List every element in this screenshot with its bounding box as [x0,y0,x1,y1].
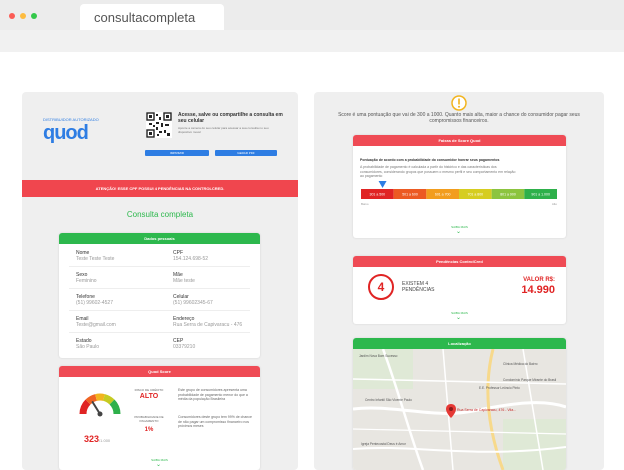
score-band-label: 701 a 800 [468,193,484,197]
pending-label: EXISTEM 4 PENDÊNCIAS [402,281,435,293]
pending-debts-card: Pendências ControlCred 4 EXISTEM 4 PENDÊ… [353,256,566,324]
print-button[interactable]: IMPRIMIR [145,150,209,156]
personal-data-header: Dados pessoais [59,233,260,244]
pending-value-label: VALOR R$: [523,277,555,283]
score-scale-max-label: Alto [552,202,557,206]
personal-data-card: Dados pessoais Nome Teste Teste Teste CPF 1… [59,233,260,358]
quod-score-card: Quod Score 323/1.000 RISCO DE CRÉDITO AL… [59,366,260,470]
page-title: Consulta completa [126,210,194,219]
browser-tab[interactable]: consultacompleta [80,4,224,30]
field-divider [69,266,250,267]
field-value: Feminino [76,278,97,284]
chevron-down-icon[interactable]: ⌄ [456,314,461,321]
risk-value: ALTO [139,393,159,400]
score-band-label: 801 a 900 [500,193,516,197]
location-pin-label: Rua Serra de Capivaracu, 476 - Vila... [457,408,517,412]
chevron-down-icon[interactable]: ⌄ [156,461,161,468]
location-pin-icon[interactable] [446,404,456,418]
map-place-label: Condomínio Parque Mirante do Brasil [503,378,557,382]
minimize-window-button[interactable] [20,13,26,19]
field-divider [69,310,250,311]
browser-toolbar [0,30,624,52]
score-marker-icon [378,181,387,188]
score-bands-bar: 301 a 500 501 a 600 601 a 700 701 a 800 801 … [361,181,557,206]
pending-count-badge: 4 [368,274,394,300]
map-place-label: E.E. Professor Leôncio Pinto [479,386,520,390]
location-card: Localização Rua Serra de Capivaracu, 476… [353,338,566,470]
prob-label: PROBABILIDADE DE PAGAMENTO [134,415,164,423]
field-value: 03379210 [173,344,196,350]
field-divider [69,288,250,289]
score-bands-header: Faixas de Score Quod [353,135,566,146]
location-header: Localização [353,338,566,349]
close-window-button[interactable] [9,13,15,19]
score-intro-text: Score é uma pontuação que vai de 300 a 1… [338,112,580,124]
quod-logo: quod [43,122,89,144]
quod-score-header: Quod Score [59,366,260,377]
map-place-label: Igreja Pentecostal Deus é Amor [361,442,406,446]
tab-title: consultacompleta [94,10,196,25]
field-value: Mãe teste [173,278,195,284]
score-readout: 323/1.000 [84,429,110,447]
score-band-label: 901 a 1.000 [531,193,550,197]
report-right-panel: Score é uma pontuação que vai de 300 a 1… [314,92,604,470]
prob-value: 1% [144,427,154,433]
score-max: /1.000 [99,438,111,443]
chevron-down-icon[interactable]: ⌄ [456,228,461,235]
risk-label: RISCO DE CRÉDITO [134,388,164,392]
pending-debts-header: Pendências ControlCred [353,256,566,267]
field-value: 154.124.698-52 [173,256,209,262]
generate-pdf-button[interactable]: GERAR PDF [215,150,277,156]
score-description-2: Consumidores deste grupo tem 99% de chan… [178,415,252,428]
pending-value: 14.990 [521,284,555,296]
field-value: São Paulo [76,344,100,350]
score-bands-line1: Pontuação de acordo com a probabilidade … [360,158,500,162]
score-band-label: 301 a 500 [370,193,386,197]
map-place-label: Clinica Médica do Bairro [503,362,538,366]
qr-code-icon [146,112,172,138]
score-value: 323 [84,434,100,444]
score-bands-card: Faixas de Score Quod Pontuação de acordo… [353,135,566,238]
score-scale-min-label: Baixo [361,202,369,206]
field-value: Rua Serra de Capivaracu - 476 [173,322,243,328]
report-left-panel: DISTRIBUIDOR AUTORIZADO quod Acesse, sal… [22,92,298,470]
field-divider [69,332,250,333]
score-bands-line2: A probabilidade de pagamento é calculada… [360,165,516,178]
field-value: (51) 99602-4527 [76,300,113,306]
map-place-label: Centro Infantil São Vicente Paulo [365,398,412,402]
score-description-1: Este grupo de consumidores apresenta uma… [178,388,248,401]
field-value: (51) 99602345-67 [173,300,213,306]
field-value: Teste Teste Teste [76,256,115,262]
maximize-window-button[interactable] [31,13,37,19]
alert-banner: ATENÇÃO! ESSE CPF POSSUI 4 PENDÊNCIAS NA… [22,180,298,197]
map-place-label: Jardim Nova Bom Sucesso [359,354,398,358]
info-warning-icon [451,95,467,111]
qr-title: Acesse, salve ou compartilhe a consulta … [178,112,283,124]
score-band-label: 601 a 700 [435,193,451,197]
score-gauge-icon [79,393,121,417]
score-band-label: 501 a 600 [402,193,418,197]
field-value: Teste@gmail.com [76,322,116,328]
qr-subtitle: Aponte a camera do seu celular para aces… [178,126,269,134]
